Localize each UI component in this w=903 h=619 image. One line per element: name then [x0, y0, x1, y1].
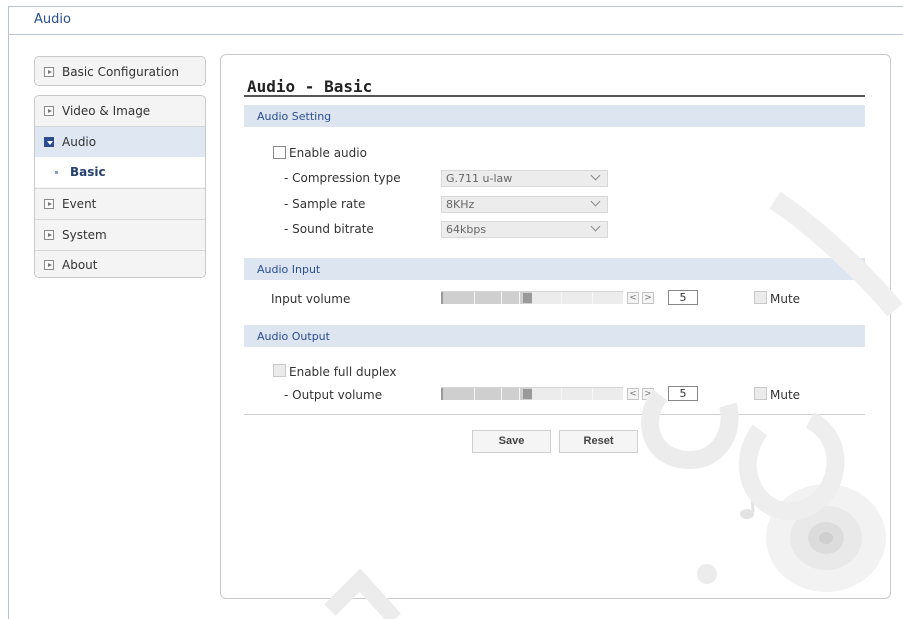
sample-rate-select[interactable]: 8KHz — [441, 196, 608, 213]
form-divider — [244, 414, 865, 415]
sidebar-item-system[interactable]: System — [35, 220, 205, 250]
chevron-down-icon — [590, 196, 601, 207]
input-volume-field[interactable]: 5 — [668, 290, 698, 305]
section-audio-input: Audio Input — [244, 258, 865, 280]
slider-tick — [474, 388, 475, 400]
input-mute-label: Mute — [770, 292, 801, 306]
sample-rate-label: - Sample rate — [284, 197, 366, 211]
output-volume-slider[interactable] — [441, 387, 623, 400]
sidebar-item-label: Event — [62, 197, 97, 211]
sidebar-item-label: System — [62, 228, 107, 242]
output-volume-label: - Output volume — [284, 388, 383, 402]
enable-audio-checkbox[interactable] — [273, 146, 286, 159]
sidebar-item-event[interactable]: Event — [35, 189, 205, 219]
slider-tick — [519, 388, 520, 400]
sidebar-item-label: About — [62, 258, 98, 272]
slider-cap — [441, 292, 443, 304]
sidebar-subitem-basic[interactable]: Basic — [35, 157, 205, 187]
slider-tick — [592, 388, 593, 400]
compression-type-label: - Compression type — [284, 171, 401, 185]
page-title: Audio - Basic — [247, 77, 373, 96]
expand-icon — [44, 260, 54, 270]
slider-handle[interactable] — [523, 293, 532, 303]
output-volume-increase-button[interactable]: > — [642, 388, 654, 400]
output-mute-checkbox[interactable] — [754, 387, 767, 400]
sound-bitrate-value: 64kbps — [446, 223, 487, 236]
title-divider — [244, 95, 865, 97]
save-button[interactable]: Save — [472, 430, 551, 453]
input-volume-decrease-button[interactable]: < — [627, 292, 639, 304]
speaker-illustration — [740, 479, 886, 592]
sound-bitrate-label: - Sound bitrate — [284, 222, 374, 236]
sidebar-item-label: Basic Configuration — [62, 65, 179, 79]
slider-handle[interactable] — [523, 389, 532, 399]
input-volume-increase-button[interactable]: > — [642, 292, 654, 304]
chevron-down-icon — [590, 221, 601, 232]
expand-icon — [44, 230, 54, 240]
expand-icon — [44, 67, 54, 77]
collapse-icon — [44, 137, 54, 147]
sidebar-item-audio[interactable]: Audio — [35, 127, 205, 157]
enable-audio-label: Enable audio — [289, 146, 367, 160]
sidebar-group-main: Video & Image Audio Basic Event System A… — [34, 95, 206, 278]
compression-type-select[interactable]: G.711 u-law — [441, 170, 608, 187]
section-audio-setting: Audio Setting — [244, 105, 865, 127]
slider-tick — [501, 388, 502, 400]
input-volume-label: Input volume — [271, 292, 351, 306]
top-bar: Audio — [9, 7, 903, 35]
expand-icon — [44, 199, 54, 209]
chevron-down-icon — [590, 170, 601, 181]
reset-button[interactable]: Reset — [559, 430, 638, 453]
enable-full-duplex-label: Enable full duplex — [289, 365, 397, 379]
page-header-title: Audio — [34, 12, 71, 27]
slider-tick — [592, 292, 593, 304]
bullet-icon — [55, 170, 58, 174]
sound-bitrate-select[interactable]: 64kbps — [441, 221, 608, 238]
slider-tick — [519, 292, 520, 304]
sample-rate-value: 8KHz — [446, 198, 475, 211]
output-volume-decrease-button[interactable]: < — [627, 388, 639, 400]
enable-full-duplex-checkbox[interactable] — [273, 364, 286, 377]
input-volume-slider[interactable] — [441, 291, 623, 304]
output-volume-field[interactable]: 5 — [668, 386, 698, 401]
slider-tick — [501, 292, 502, 304]
slider-tick — [561, 292, 562, 304]
sidebar-item-label: Video & Image — [62, 104, 151, 118]
sidebar-item-about[interactable]: About — [35, 251, 205, 277]
expand-icon — [44, 106, 54, 116]
sidebar-subitem-label: Basic — [70, 165, 106, 179]
sidebar-group-basic: Basic Configuration — [34, 56, 206, 86]
output-mute-label: Mute — [770, 388, 801, 402]
sidebar-item-basic-configuration[interactable]: Basic Configuration — [35, 57, 205, 87]
sidebar-item-video-image[interactable]: Video & Image — [35, 96, 205, 126]
compression-type-value: G.711 u-law — [446, 172, 513, 185]
input-mute-checkbox[interactable] — [754, 291, 767, 304]
sidebar-item-label: Audio — [62, 135, 97, 149]
main-panel: Audio - Basic Audio Setting Enable audio… — [220, 54, 891, 599]
slider-tick — [561, 388, 562, 400]
slider-cap — [441, 388, 443, 400]
section-audio-output: Audio Output — [244, 325, 865, 347]
slider-tick — [474, 292, 475, 304]
